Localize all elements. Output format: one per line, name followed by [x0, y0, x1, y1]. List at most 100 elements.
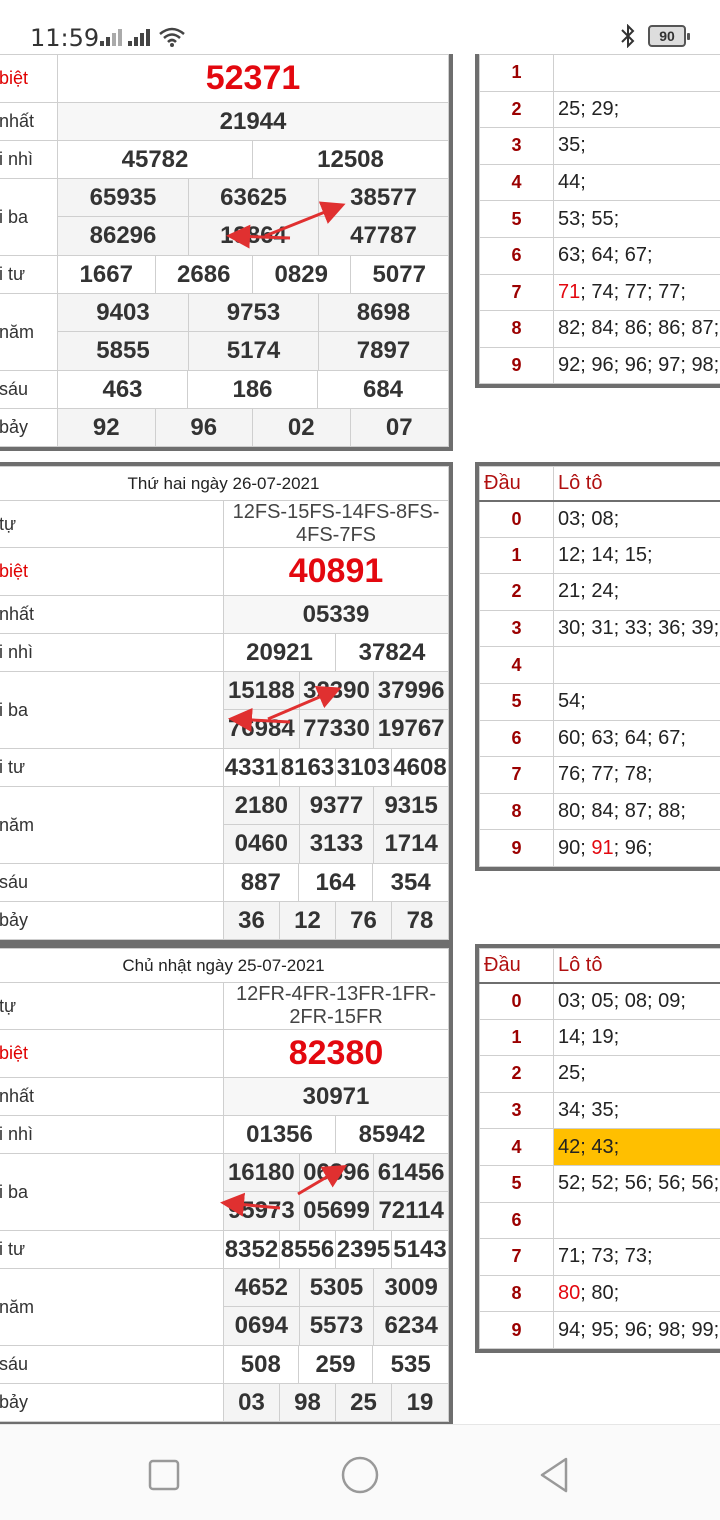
third-prize: 38577	[318, 179, 448, 217]
table-row: 4	[479, 646, 720, 684]
table-row: 8 80; 80;	[479, 1274, 720, 1313]
fifth-prize: 3133	[298, 825, 374, 863]
dau-cell: 7	[479, 273, 554, 312]
table-row: 6	[479, 1201, 720, 1240]
dau-cell: 1	[479, 1018, 554, 1057]
fifth-prize: 0694	[224, 1307, 299, 1345]
result-table: biệt 52371 nhất 21944 i nhì 45782 12508 i ba…	[0, 54, 453, 451]
loto-values: 76; 77; 78;	[558, 763, 653, 786]
table-row: 2 25;	[479, 1055, 720, 1093]
fourth-prize: 8163	[280, 749, 336, 786]
loto-header: Lô tô	[553, 948, 720, 984]
loto-cell	[553, 1201, 720, 1240]
fifth-prize: 8698	[318, 294, 448, 332]
fourth-prize: 1667	[58, 256, 156, 293]
loto-values: 35;	[558, 134, 586, 157]
ky-label: tự	[0, 982, 224, 1030]
seventh-prize: 19	[406, 1389, 434, 1416]
dau-cell: 0	[479, 500, 554, 538]
seventh-prize: 98	[280, 1384, 336, 1421]
fourth-prize: 8556	[280, 1231, 336, 1268]
third-prize: 61456	[373, 1154, 448, 1192]
loto-cell: 03; 05; 08; 09;	[553, 982, 720, 1020]
sixth-prize: 259	[299, 1346, 374, 1383]
dau-cell: 2	[479, 1055, 554, 1093]
second-prize: 20921	[224, 634, 336, 671]
table-row: 5 53; 55;	[479, 200, 720, 238]
dau-cell: 6	[479, 236, 554, 275]
loto-special: 80	[558, 1282, 581, 1305]
fifth-prize: 9403	[58, 294, 188, 332]
table-row: 1 12; 14; 15;	[479, 536, 720, 575]
loto-table: Đầu Lô tô 0 03; 05; 08; 09; 1 14; 19; 2 25; 3 34;…	[475, 944, 720, 1353]
loto-cell: 21; 24;	[553, 573, 720, 611]
dau-cell: 5	[479, 200, 554, 238]
fifth-prize: 4652	[224, 1269, 299, 1307]
dau-cell: 3	[479, 609, 554, 648]
dau-cell: 9	[479, 829, 554, 867]
loto-values: 21; 24;	[558, 580, 620, 603]
prize-label: sáu	[0, 863, 224, 902]
prize-label: nhất	[0, 102, 58, 141]
loto-cell: 76; 77; 78;	[553, 756, 720, 794]
loto-values: 42; 43;	[558, 1135, 620, 1158]
second-prize: 12508	[317, 146, 384, 173]
loto-cell: 12; 14; 15;	[553, 536, 720, 575]
third-prize: 76984	[224, 710, 299, 748]
loto-cell: 34; 35;	[553, 1091, 720, 1130]
loto-values: 03; 08;	[558, 507, 620, 530]
prize-label: i tư	[0, 255, 58, 294]
dau-cell: 1	[479, 54, 554, 92]
nav-home-icon[interactable]	[340, 1455, 380, 1495]
loto-values: 60; 63; 64; 67;	[558, 726, 686, 749]
nav-recents-icon[interactable]	[144, 1455, 184, 1495]
loto-values: 44;	[558, 171, 586, 194]
signal-icon	[100, 28, 122, 46]
seventh-prize: 02	[253, 409, 351, 446]
seventh-prize: 36	[224, 902, 280, 939]
loto-values: 94; 95; 96; 98; 99;	[558, 1318, 720, 1341]
third-prize: 19767	[373, 710, 448, 748]
loto-values: 30; 31; 33; 36; 39;	[558, 617, 720, 640]
loto-cell: 82; 84; 86; 86; 87;	[553, 310, 720, 348]
dau-cell: 9	[479, 1311, 554, 1349]
fifth-prize: 5855	[58, 332, 188, 370]
fifth-prize: 5305	[298, 1269, 374, 1307]
prize-label: bảy	[0, 901, 224, 940]
nav-back-icon[interactable]	[536, 1455, 576, 1495]
third-prize: 72114	[373, 1192, 448, 1230]
prize-label: bảy	[0, 408, 58, 447]
loto-values: 63; 64; 67;	[558, 244, 653, 267]
seventh-prize: 96	[156, 409, 253, 446]
table-row: 3 34; 35;	[479, 1091, 720, 1130]
table-row: 4 44;	[479, 163, 720, 202]
table-row: 2 25; 29;	[479, 90, 720, 129]
table-row: 8 82; 84; 86; 86; 87;	[479, 310, 720, 348]
loto-cell	[553, 54, 720, 92]
dau-cell: 0	[479, 982, 554, 1020]
first-prize: 30971	[223, 1077, 449, 1116]
prize-label: i tư	[0, 1230, 224, 1269]
battery-icon: 90	[648, 25, 690, 47]
table-row: 2 21; 24;	[479, 573, 720, 611]
loto-cell	[553, 646, 720, 684]
dau-cell: 7	[479, 1238, 554, 1276]
ky-label: tự	[0, 500, 224, 548]
sixth-prize: 354	[390, 869, 431, 896]
loto-values: 90;	[558, 836, 592, 859]
dau-cell: 5	[479, 682, 554, 721]
loto-special: 71	[558, 280, 581, 303]
prize-label: bảy	[0, 1383, 224, 1422]
loto-header: Lô tô	[553, 466, 720, 502]
fifth-prize: 3009	[373, 1269, 448, 1307]
dau-cell: 2	[479, 573, 554, 611]
second-prize: 01356	[224, 1116, 336, 1153]
loto-values: 92; 96; 96; 97; 98;	[558, 354, 720, 377]
fifth-prize: 9753	[188, 294, 318, 332]
table-row: 4 42; 43;	[479, 1128, 720, 1166]
bluetooth-icon	[621, 24, 635, 48]
dau-cell: 6	[479, 719, 554, 758]
fourth-prize: 8352	[224, 1231, 280, 1268]
loto-cell: 90; 91; 96;	[553, 829, 720, 867]
status-time: 11:59	[30, 24, 100, 52]
